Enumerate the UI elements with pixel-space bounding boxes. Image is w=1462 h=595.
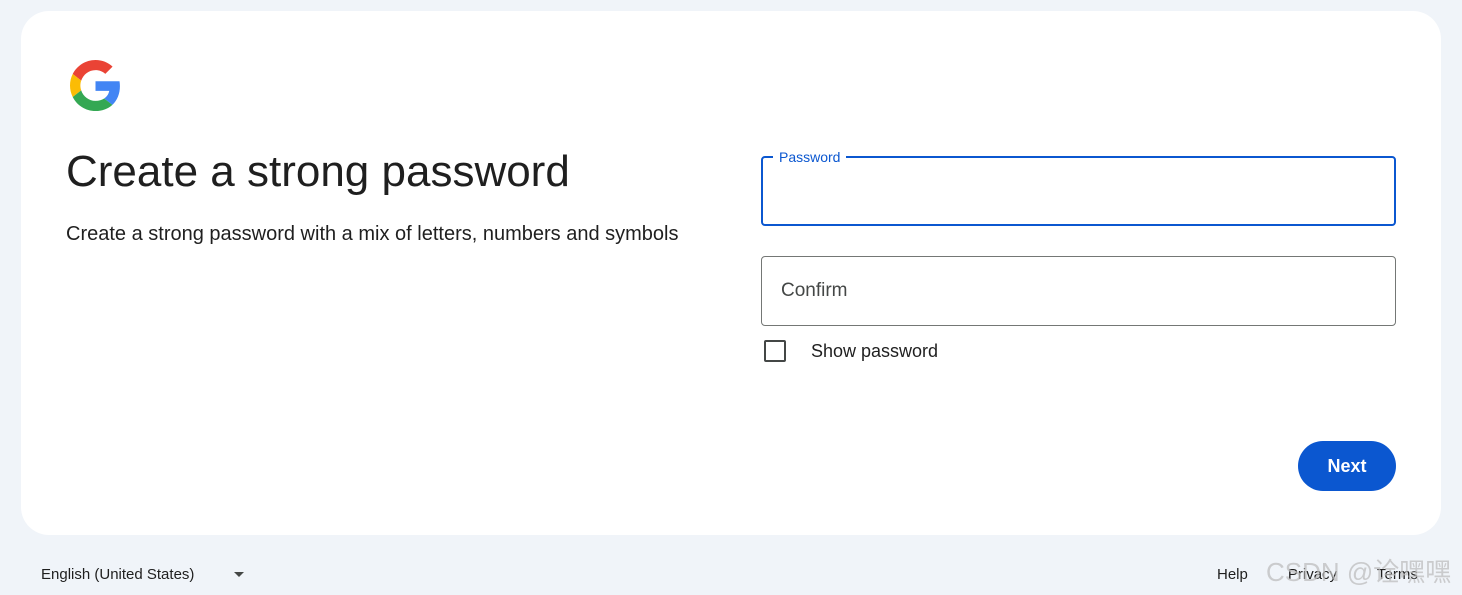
show-password-label[interactable]: Show password <box>811 341 938 362</box>
footer-link-privacy[interactable]: Privacy <box>1288 566 1337 583</box>
footer-links: Help Privacy Terms <box>1217 566 1458 583</box>
confirm-input[interactable] <box>762 257 1395 325</box>
footer-link-terms[interactable]: Terms <box>1377 566 1418 583</box>
password-field[interactable]: Password <box>761 148 1396 226</box>
show-password-row[interactable]: Show password <box>764 340 938 362</box>
password-label: Password <box>773 148 847 166</box>
language-selector[interactable]: English (United States) <box>41 566 245 583</box>
footer-link-help[interactable]: Help <box>1217 566 1248 583</box>
language-label: English (United States) <box>41 566 195 583</box>
next-button[interactable]: Next <box>1298 441 1396 491</box>
google-logo-icon <box>70 60 120 111</box>
password-input[interactable] <box>763 158 1394 224</box>
page-title: Create a strong password <box>66 147 570 196</box>
page-subtitle: Create a strong password with a mix of l… <box>66 223 679 245</box>
dropdown-caret-icon <box>234 572 245 577</box>
signup-card: Create a strong password Create a strong… <box>21 11 1441 535</box>
show-password-checkbox[interactable] <box>764 340 786 362</box>
confirm-field[interactable] <box>761 256 1396 326</box>
